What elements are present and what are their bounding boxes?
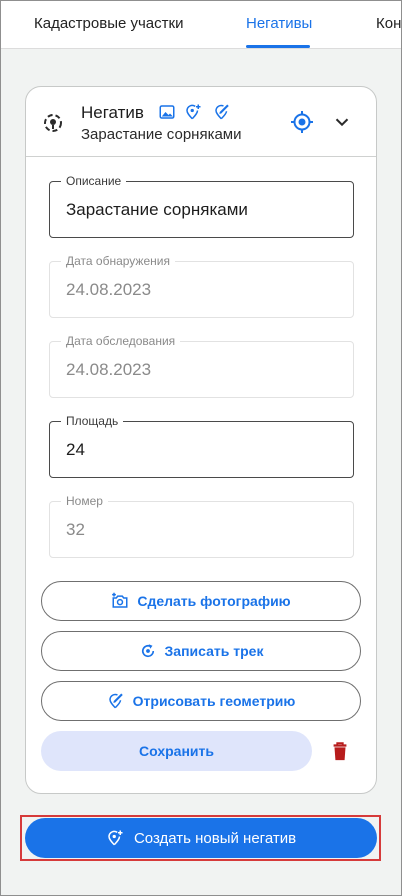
create-negative-button[interactable]: Создать новый негатив [25,818,377,858]
tab-bar: Кадастровые участки Негативы Конт [1,1,401,49]
add-photo-icon [112,592,128,608]
image-icon [159,105,175,119]
detection-date-field: Дата обнаружения 24.08.2023 [49,253,354,318]
tab-contours[interactable]: Конт [376,15,401,32]
chevron-down-icon[interactable] [331,111,353,133]
draw-geometry-button[interactable]: Отрисовать геометрию [41,681,361,721]
record-track-label: Записать трек [164,643,264,659]
description-field[interactable]: Описание Зарастание сорняками [49,173,354,238]
my-location-icon[interactable] [290,110,314,134]
record-track-button[interactable]: Записать трек [41,631,361,671]
card-title: Негатив [81,103,144,122]
add-location-icon [186,104,201,120]
description-label: Описание [61,173,127,189]
description-value: Зарастание сорняками [66,200,248,219]
active-tab-indicator [246,45,310,48]
card-subtitle: Зарастание сорняками [81,126,242,143]
area-field[interactable]: Площадь 24 [49,413,354,478]
save-button[interactable]: Сохранить [41,731,312,771]
tab-cadastral-plots[interactable]: Кадастровые участки [34,15,183,32]
number-label: Номер [61,493,108,509]
polygon-pin-icon [44,114,62,132]
tab-negatives[interactable]: Негативы [246,15,312,32]
route-refresh-icon [141,644,154,658]
inspection-date-label: Дата обследования [61,333,181,349]
draw-icon [108,693,123,709]
inspection-date-value: 24.08.2023 [66,360,152,379]
take-photo-button[interactable]: Сделать фотографию [41,581,361,621]
area-value: 24 [66,440,85,459]
inspection-date-field: Дата обследования 24.08.2023 [49,333,354,398]
card-header[interactable]: Негатив Зарастание сорняками [26,87,376,157]
number-field: Номер 32 [49,493,354,558]
area-label: Площадь [61,413,124,429]
create-negative-label: Создать новый негатив [133,829,297,847]
add-location-icon [108,830,123,846]
take-photo-label: Сделать фотографию [137,593,291,609]
detection-date-value: 24.08.2023 [66,280,152,299]
negative-card: Негатив Зарастание сорняками Описание За [25,86,377,794]
draw-icon [215,104,229,120]
detection-date-label: Дата обнаружения [61,253,175,269]
number-value: 32 [66,520,85,539]
delete-icon[interactable] [329,740,351,762]
draw-geometry-label: Отрисовать геометрию [132,693,296,709]
